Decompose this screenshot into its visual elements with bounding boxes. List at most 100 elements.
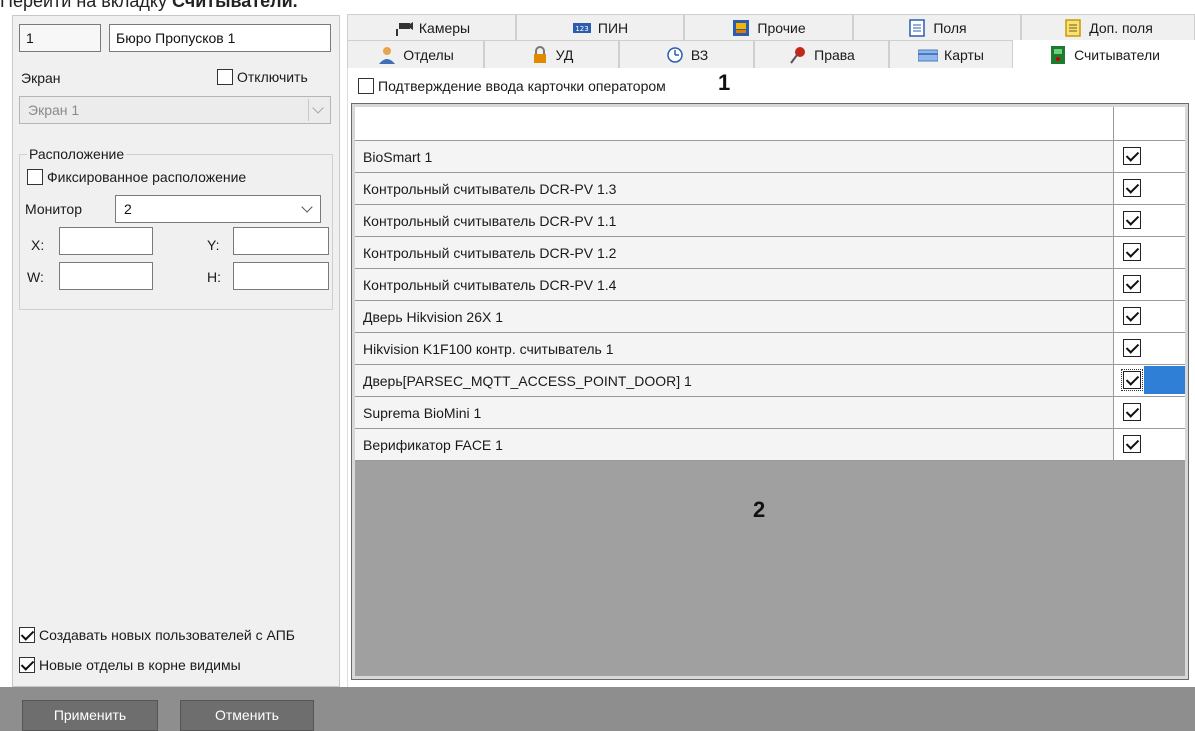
apply-button[interactable]: Применить xyxy=(22,700,158,731)
location-group-label: Расположение xyxy=(27,145,127,163)
monitor-select-value: 2 xyxy=(124,201,132,217)
tab-cards-label: Карты xyxy=(944,46,984,63)
reader-enabled-checkbox[interactable] xyxy=(1123,179,1141,197)
reader-enabled-checkbox[interactable] xyxy=(1121,369,1143,391)
tab-misc[interactable]: Прочие xyxy=(684,14,853,40)
table-row[interactable]: Дверь[PARSEC_MQTT_ACCESS_POINT_DOOR] 1 xyxy=(355,365,1185,397)
tab-readers-label: Считыватели xyxy=(1074,47,1160,63)
reader-enabled-checkbox[interactable] xyxy=(1123,339,1141,357)
clock-icon xyxy=(667,46,683,63)
y-input[interactable] xyxy=(233,227,329,255)
monitor-select[interactable]: 2 xyxy=(115,195,321,223)
table-row[interactable]: Дверь Hikvision 26X 1 xyxy=(355,301,1185,333)
tab-rights[interactable]: Права xyxy=(754,40,889,68)
lock-icon xyxy=(533,45,546,63)
h-label: H: xyxy=(207,269,221,285)
reader-enabled-checkbox[interactable] xyxy=(1123,147,1141,165)
reader-name: Suprema BioMini 1 xyxy=(363,405,482,421)
tab-access-levels-label: УД xyxy=(555,46,574,63)
reader-enabled-checkbox[interactable] xyxy=(1123,211,1141,229)
tab-departments[interactable]: Отделы xyxy=(347,40,484,68)
reader-check-cell[interactable] xyxy=(1113,301,1185,332)
tab-time-zones[interactable]: ВЗ xyxy=(619,40,754,68)
tab-access-levels[interactable]: УД xyxy=(484,40,619,68)
reader-check-cell[interactable] xyxy=(1113,365,1185,396)
reader-name: Контрольный считыватель DCR-PV 1.1 xyxy=(363,213,617,229)
disable-checkbox[interactable] xyxy=(217,69,233,85)
monitor-label: Монитор xyxy=(25,201,82,217)
table-row[interactable]: Верификатор FACE 1 xyxy=(355,429,1185,461)
grid-header xyxy=(355,107,1185,141)
tab-extra-fields-label: Доп. поля xyxy=(1089,19,1153,36)
reader-icon xyxy=(1051,46,1066,64)
name-field[interactable]: Бюро Пропусков 1 xyxy=(109,24,331,52)
reader-enabled-checkbox[interactable] xyxy=(1123,307,1141,325)
reader-name: Контрольный считыватель DCR-PV 1.4 xyxy=(363,277,617,293)
department-person-icon xyxy=(379,46,396,64)
grid-header-check-column xyxy=(1113,107,1185,140)
h-input[interactable] xyxy=(233,262,329,290)
reader-name: Дверь Hikvision 26X 1 xyxy=(363,309,504,325)
svg-text:123: 123 xyxy=(575,25,588,33)
table-row[interactable]: Контрольный считыватель DCR-PV 1.4 xyxy=(355,269,1185,301)
tab-pin[interactable]: 123 ПИН xyxy=(516,14,684,40)
table-row[interactable]: Suprema BioMini 1 xyxy=(355,397,1185,429)
reader-check-cell[interactable] xyxy=(1113,205,1185,236)
reader-name: BioSmart 1 xyxy=(363,149,433,165)
reader-check-cell[interactable] xyxy=(1113,237,1185,268)
tab-readers[interactable]: Считыватели xyxy=(1013,40,1195,69)
table-row[interactable]: Контрольный считыватель DCR-PV 1.2 xyxy=(355,237,1185,269)
tab-departments-label: Отделы xyxy=(403,46,454,63)
reader-check-cell[interactable] xyxy=(1113,397,1185,428)
reader-enabled-checkbox[interactable] xyxy=(1123,435,1141,453)
camera-icon xyxy=(395,21,413,36)
left-panel: 1 Бюро Пропусков 1 Экран Отключить Экран… xyxy=(12,15,340,687)
operator-confirm-checkbox[interactable] xyxy=(358,78,374,94)
annotation-marker-2: 2 xyxy=(753,497,766,522)
new-departments-root-checkbox[interactable] xyxy=(19,657,35,673)
disable-label: Отключить xyxy=(237,69,308,85)
chevron-down-icon xyxy=(298,198,318,220)
table-row[interactable]: BioSmart 1 xyxy=(355,141,1185,173)
tab-misc-label: Прочие xyxy=(757,19,806,36)
reader-enabled-checkbox[interactable] xyxy=(1123,403,1141,421)
screen-select-value: Экран 1 xyxy=(28,102,80,118)
tab-extra-fields[interactable]: Доп. поля xyxy=(1021,14,1195,40)
table-row[interactable]: Hikvision K1F100 контр. считыватель 1 xyxy=(355,333,1185,365)
reader-check-cell[interactable] xyxy=(1113,429,1185,460)
tab-time-zones-label: ВЗ xyxy=(690,46,709,63)
y-label: Y: xyxy=(207,237,220,253)
tab-cards[interactable]: Карты xyxy=(889,40,1013,68)
screen-label: Экран xyxy=(21,70,61,86)
reader-check-cell[interactable] xyxy=(1113,141,1185,172)
tab-cameras[interactable]: Камеры xyxy=(347,14,516,40)
reader-enabled-checkbox[interactable] xyxy=(1123,275,1141,293)
reader-enabled-checkbox[interactable] xyxy=(1123,243,1141,261)
table-row[interactable]: Контрольный считыватель DCR-PV 1.3 xyxy=(355,173,1185,205)
reader-check-cell[interactable] xyxy=(1113,173,1185,204)
table-row[interactable]: Контрольный считыватель DCR-PV 1.1 xyxy=(355,205,1185,237)
w-input[interactable] xyxy=(59,262,153,290)
chevron-down-icon xyxy=(308,99,328,121)
reader-check-cell[interactable] xyxy=(1113,269,1185,300)
readers-grid[interactable]: BioSmart 1 Контрольный считыватель DCR-PV… xyxy=(351,103,1189,680)
screen-select: Экран 1 xyxy=(19,96,331,124)
reader-name: Дверь[PARSEC_MQTT_ACCESS_POINT_DOOR] 1 xyxy=(363,373,692,389)
fields-list-icon xyxy=(909,18,926,37)
x-label: X: xyxy=(31,237,45,253)
extra-fields-icon xyxy=(1065,18,1081,37)
reader-name: Hikvision K1F100 контр. считыватель 1 xyxy=(363,341,614,357)
x-input[interactable] xyxy=(59,227,153,255)
cancel-button[interactable]: Отменить xyxy=(180,700,314,731)
reader-check-cell[interactable] xyxy=(1113,333,1185,364)
tab-fields-label: Поля xyxy=(933,19,967,36)
create-users-apb-checkbox[interactable] xyxy=(19,627,35,643)
fixed-location-checkbox[interactable] xyxy=(27,169,43,185)
operator-confirm-label: Подтверждение ввода карточки оператором xyxy=(378,78,666,94)
w-label: W: xyxy=(27,269,44,285)
tab-fields[interactable]: Поля xyxy=(853,14,1021,40)
annotation-marker-1: 1 xyxy=(718,70,731,95)
pin-keypad-icon: 123 xyxy=(572,22,591,33)
id-field[interactable]: 1 xyxy=(19,24,101,52)
reader-name: Контрольный считыватель DCR-PV 1.3 xyxy=(363,181,617,197)
